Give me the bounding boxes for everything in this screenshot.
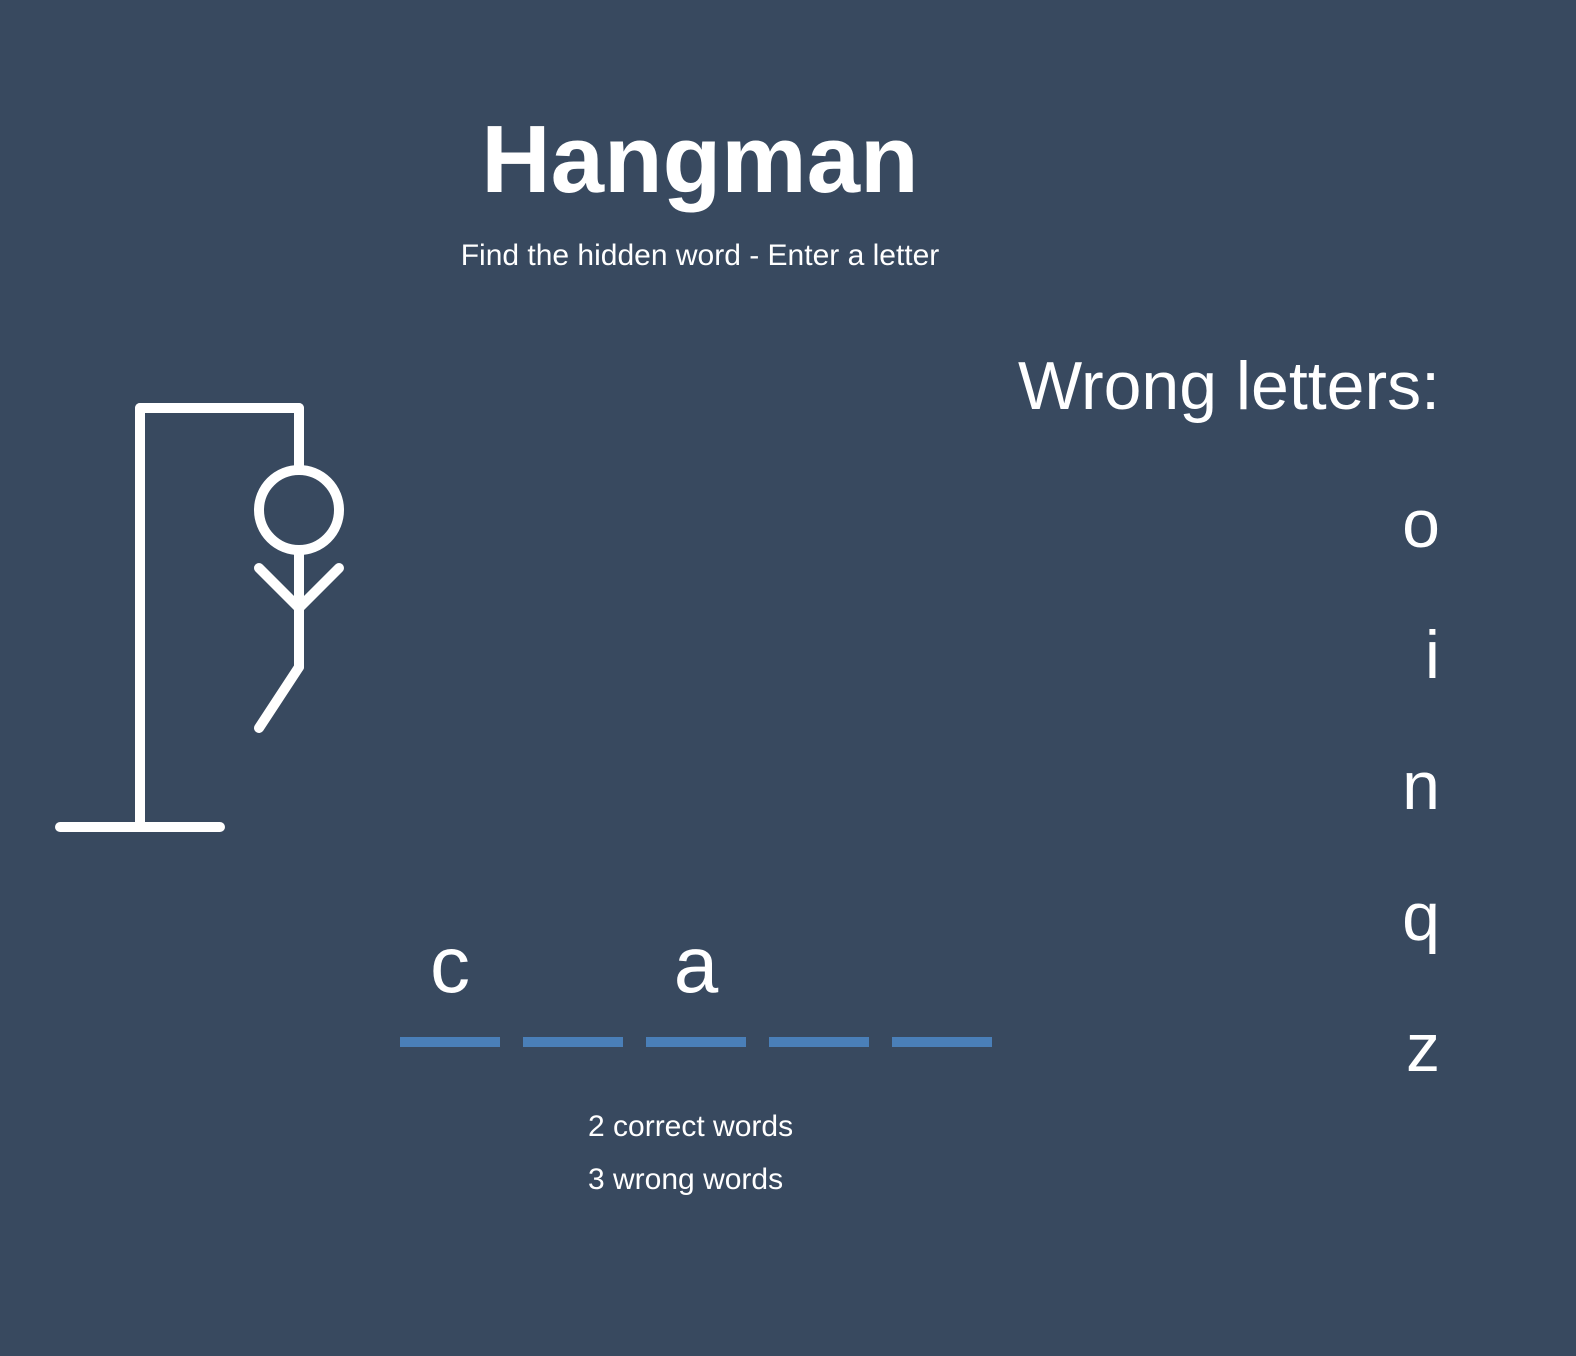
- hangman-left-arm: [254, 563, 304, 613]
- wrong-count: 3 wrong words: [588, 1163, 784, 1196]
- hidden-word: c a: [400, 905, 1015, 1047]
- wrong-letters-panel: Wrong letters: o i n q z: [960, 348, 1440, 1086]
- letter-slot: [769, 905, 869, 1047]
- wrong-letter: i: [1424, 617, 1440, 693]
- wrong-letter: z: [1406, 1010, 1440, 1086]
- game-title: Hangman: [481, 106, 919, 213]
- wrong-letter: o: [1402, 486, 1440, 562]
- letter-slot: a: [646, 905, 746, 1047]
- hangman-figure: [55, 403, 344, 832]
- score-stats: 2 correct words 3 wrong words: [588, 1100, 793, 1206]
- game-subtitle: Find the hidden word - Enter a letter: [460, 239, 940, 272]
- slot-letter: a: [673, 920, 719, 1009]
- hangman-head: [254, 465, 344, 555]
- gallows: [55, 403, 304, 832]
- letter-slot: [892, 905, 992, 1047]
- slot-letter: c: [430, 920, 470, 1009]
- wrong-letter: n: [1402, 748, 1440, 824]
- hangman-left-leg: [254, 662, 304, 733]
- wrong-letter: q: [1402, 879, 1440, 955]
- letter-slot: c: [400, 905, 500, 1047]
- wrong-letters-list: o i n q z: [1360, 480, 1440, 1135]
- hangman-right-arm: [294, 563, 344, 613]
- wrong-letters-title: Wrong letters:: [1017, 348, 1440, 424]
- letter-slot: [523, 905, 623, 1047]
- correct-count: 2 correct words: [588, 1110, 794, 1143]
